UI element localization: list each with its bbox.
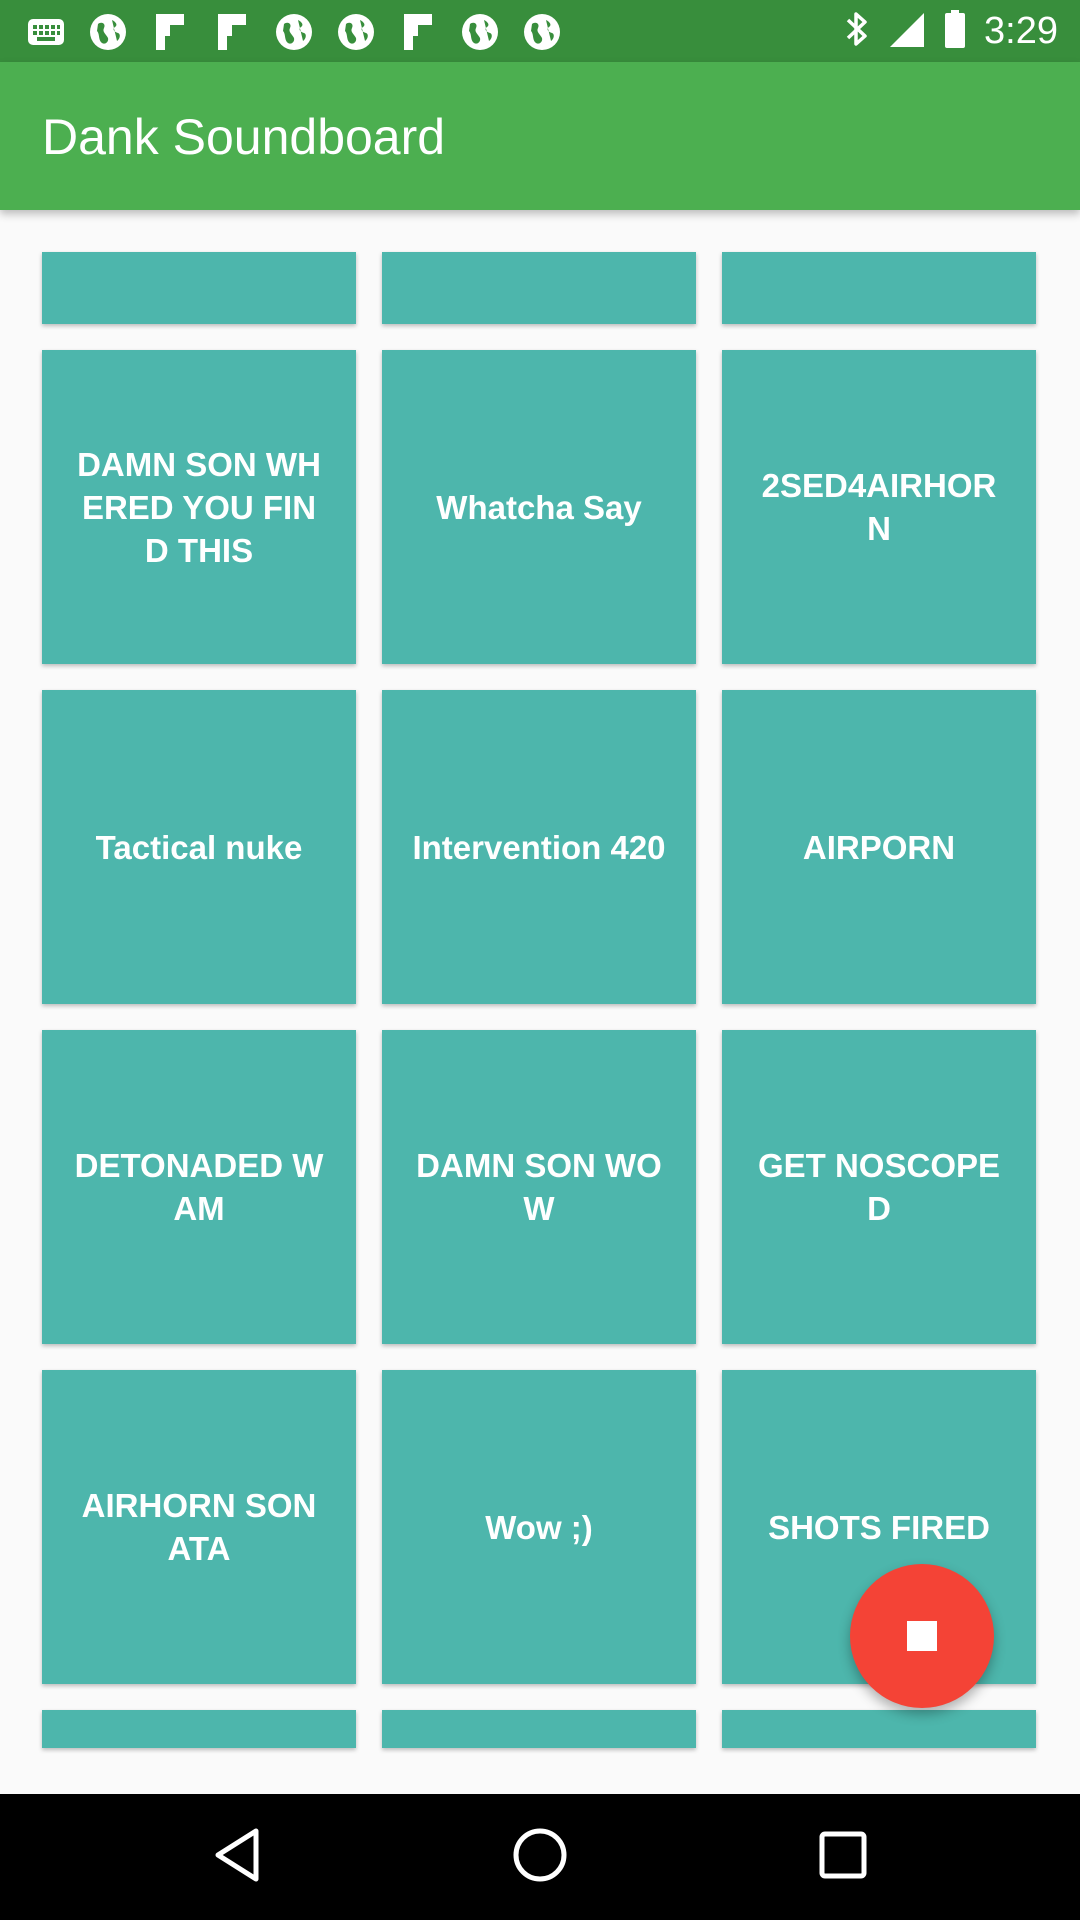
recents-icon (818, 1830, 868, 1885)
sound-button-wow[interactable]: Wow ;) (382, 1370, 696, 1684)
status-time: 3:29 (984, 9, 1058, 52)
flipboard-icon (396, 10, 440, 54)
home-button[interactable] (503, 1820, 577, 1894)
sound-button-tactical-nuke[interactable]: Tactical nuke (42, 690, 356, 1004)
back-button[interactable] (200, 1820, 274, 1894)
notification-icons (24, 10, 564, 54)
flipboard-icon (148, 10, 192, 54)
flipboard-icon (210, 10, 254, 54)
sound-button-airhorn-sonata[interactable]: AIRHORN SONATA (42, 1370, 356, 1684)
sound-button-damn-son-whered-you-find-this[interactable]: DAMN SON WHERED YOU FIND THIS (42, 350, 356, 664)
sound-button-get-noscoped[interactable]: GET NOSCOPED (722, 1030, 1036, 1344)
status-bar: 3:29 (0, 0, 1080, 62)
sound-button[interactable] (722, 252, 1036, 324)
recents-button[interactable] (806, 1820, 880, 1894)
signal-icon (888, 9, 926, 54)
soundboard-grid-container[interactable]: DAMN SON WHERED YOU FIND THIS Whatcha Sa… (0, 210, 1080, 1794)
sound-button[interactable] (42, 252, 356, 324)
sound-button-intervention-420[interactable]: Intervention 420 (382, 690, 696, 1004)
bluetooth-icon (844, 9, 870, 54)
sound-button[interactable] (382, 1710, 696, 1748)
soundboard-grid: DAMN SON WHERED YOU FIND THIS Whatcha Sa… (42, 252, 1036, 1748)
sound-button[interactable] (722, 1710, 1036, 1748)
globe-icon (520, 10, 564, 54)
back-icon (212, 1827, 262, 1888)
app-title: Dank Soundboard (42, 109, 446, 165)
sound-button-damn-son-wow[interactable]: DAMN SON WOW (382, 1030, 696, 1344)
globe-icon (86, 10, 130, 54)
globe-icon (458, 10, 502, 54)
sound-button[interactable] (382, 252, 696, 324)
stop-icon (907, 1621, 937, 1651)
navigation-bar (0, 1794, 1080, 1920)
sound-button-2sed4airhorn[interactable]: 2SED4AIRHORN (722, 350, 1036, 664)
stop-button[interactable] (850, 1564, 994, 1708)
chrome-icon (24, 10, 68, 54)
home-icon (512, 1827, 568, 1888)
sound-button-airporn[interactable]: AIRPORN (722, 690, 1036, 1004)
globe-icon (272, 10, 316, 54)
sound-button-detonaded-wam[interactable]: DETONADED WAM (42, 1030, 356, 1344)
app-bar: Dank Soundboard (0, 62, 1080, 210)
sound-button[interactable] (42, 1710, 356, 1748)
sound-button-whatcha-say[interactable]: Whatcha Say (382, 350, 696, 664)
globe-icon (334, 10, 378, 54)
battery-icon (944, 9, 966, 54)
